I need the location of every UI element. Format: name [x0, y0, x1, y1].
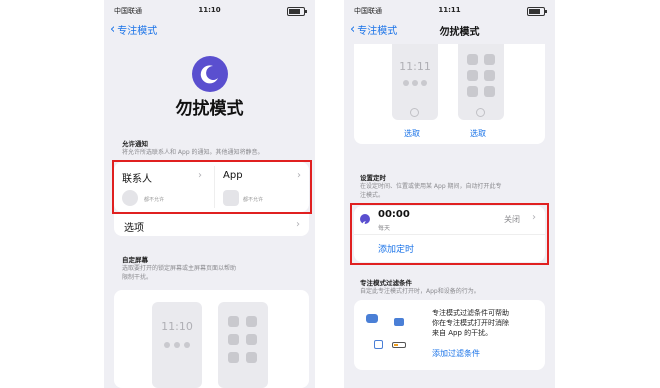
- desc-line: 在设定时间、位置或使用某 App 期间，自动打开此专: [360, 183, 502, 190]
- app-tile: [246, 352, 257, 363]
- left-phone-screen: 中国联通 11:10 ‹ 专注模式 勿扰模式 允许通知 将允许所选联系人和 Ap…: [104, 0, 315, 388]
- desc-line: 选取要打开的锁定屏幕或主屏幕页面以帮助: [122, 265, 237, 272]
- desc-line: 注模式。: [360, 192, 385, 199]
- widget-dot: [421, 80, 427, 86]
- lock-screen-preview[interactable]: 11:10: [152, 302, 202, 388]
- clock: 11:10: [198, 6, 221, 14]
- add-filter-button[interactable]: 添加过滤条件: [432, 348, 480, 359]
- widget-dot: [174, 342, 180, 348]
- app-tile: [246, 316, 257, 327]
- battery-icon: [287, 7, 307, 16]
- chat-icon: [366, 314, 378, 323]
- filters-header: 专注模式过滤条件: [360, 279, 412, 287]
- widget-dot: [164, 342, 170, 348]
- filters-body-line: 来自 App 的干扰。: [432, 329, 493, 337]
- highlight-box: [112, 160, 312, 214]
- filters-body-line: 你在专注模式打开时消除: [432, 319, 509, 327]
- mail-icon: [394, 318, 404, 326]
- schedule-header: 设置定时: [360, 174, 386, 182]
- filters-body-line: 专注模式过滤条件可帮助: [432, 309, 509, 317]
- calendar-icon: [374, 340, 383, 349]
- filters-card: 专注模式过滤条件可帮助 你在专注模式打开时消除 来自 App 的干扰。 添加过滤…: [354, 300, 545, 370]
- widget-dot: [403, 80, 409, 86]
- app-tile: [484, 86, 495, 97]
- widget-dot: [184, 342, 190, 348]
- app-tile: [484, 54, 495, 65]
- radio-button[interactable]: [476, 108, 485, 117]
- custom-screen-desc: 选取要打开的锁定屏幕或主屏幕页面以帮助 限制干扰。: [122, 264, 312, 282]
- app-tile: [467, 70, 478, 81]
- app-tile: [467, 54, 478, 65]
- nav-bar: ‹ 专注模式 勿扰模式: [344, 22, 555, 42]
- status-bar: 中国联通 11:10: [104, 6, 315, 18]
- nav-bar: ‹ 专注模式: [104, 22, 315, 42]
- app-tile: [228, 352, 239, 363]
- lock-screen-preview[interactable]: 11:11: [392, 44, 438, 120]
- app-tile: [246, 334, 257, 345]
- filters-desc: 自定此专注模式打开时，App和设备的行为。: [360, 288, 480, 295]
- page-title: 勿扰模式: [175, 99, 244, 119]
- home-screen-preview[interactable]: [218, 302, 268, 388]
- app-tile: [228, 316, 239, 327]
- status-bar: 中国联通 11:11: [344, 6, 555, 18]
- screens-card: 11:10: [114, 290, 309, 388]
- clock: 11:11: [438, 6, 461, 14]
- highlight-box: [350, 203, 549, 265]
- right-phone-screen: 中国联通 11:11 ‹ 专注模式 勿扰模式 11:11 选取 选取 设置定时 …: [344, 0, 555, 388]
- filters-body: 专注模式过滤条件可帮助 你在专注模式打开时消除 来自 App 的干扰。: [432, 308, 509, 338]
- allow-notifications-header: 允许通知: [122, 140, 148, 148]
- moon-icon: [192, 56, 228, 92]
- chevron-left-icon: ‹: [350, 21, 356, 37]
- choose-lock-link[interactable]: 选取: [404, 128, 420, 139]
- app-tile: [228, 334, 239, 345]
- choose-home-link[interactable]: 选取: [470, 128, 486, 139]
- back-label: 专注模式: [117, 26, 158, 37]
- nav-title: 勿扰模式: [439, 27, 480, 38]
- chevron-left-icon: ‹: [110, 21, 116, 37]
- radio-button[interactable]: [410, 108, 419, 117]
- app-tile: [467, 86, 478, 97]
- custom-screen-header: 自定屏幕: [122, 256, 148, 264]
- desc-line: 限制干扰。: [122, 274, 153, 281]
- battery-icon: [392, 342, 406, 348]
- allow-notifications-desc: 将允许所选联系人和 App 的通知。其他通知将静音。: [122, 149, 264, 156]
- home-screen-preview[interactable]: [458, 44, 504, 120]
- schedule-desc: 在设定时间、位置或使用某 App 期间，自动打开此专 注模式。: [360, 182, 550, 200]
- battery-icon: [527, 7, 547, 16]
- options-label: 选项: [124, 223, 144, 234]
- widget-dot: [412, 80, 418, 86]
- filters-illustration: [364, 310, 428, 360]
- options-row[interactable]: 选项 ›: [114, 214, 309, 236]
- back-button[interactable]: ‹ 专注模式: [110, 22, 157, 37]
- chevron-right-icon: ›: [296, 219, 300, 230]
- app-tile: [484, 70, 495, 81]
- mock-clock: 11:11: [399, 60, 431, 73]
- mock-clock: 11:10: [161, 320, 193, 333]
- screens-card: 11:11 选取 选取: [354, 44, 545, 144]
